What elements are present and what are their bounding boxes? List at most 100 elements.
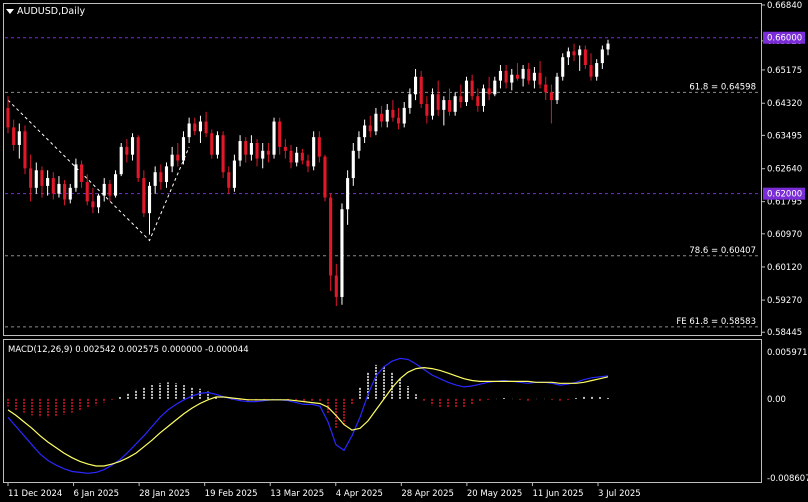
candle-body <box>102 183 106 196</box>
candle-body <box>442 100 446 110</box>
candle-body <box>85 181 89 202</box>
candle-body <box>232 160 236 188</box>
candle-body <box>317 137 321 157</box>
candle-body <box>272 121 276 155</box>
candle-body <box>153 172 157 186</box>
candle-body <box>17 131 21 145</box>
candle-body <box>385 109 389 122</box>
candle-body <box>164 166 169 182</box>
candle-body <box>215 135 219 155</box>
time-tick-label: 11 Dec 2024 <box>8 489 62 499</box>
candle-body <box>470 80 474 97</box>
price-tick-label: 0.60970 <box>767 230 802 240</box>
candle-body <box>261 150 265 159</box>
candle-body <box>606 43 610 50</box>
candle-body <box>459 96 463 103</box>
time-tick-label: 28 Jan 2025 <box>139 489 190 499</box>
candle-body <box>498 70 503 81</box>
candle-body <box>289 150 293 163</box>
candle-body <box>295 152 299 163</box>
dropdown-triangle-icon[interactable] <box>6 9 14 14</box>
candle-body <box>68 187 72 200</box>
candle-body <box>334 275 338 297</box>
candle-body <box>142 178 146 214</box>
candle-body <box>408 94 412 108</box>
candle-body <box>266 150 270 155</box>
candle-body <box>51 178 55 194</box>
candle-body <box>221 135 225 173</box>
price-tick-label: 0.59270 <box>767 296 802 306</box>
candle-body <box>181 137 186 161</box>
candle-body <box>583 49 587 66</box>
candle-body <box>80 164 84 182</box>
level-label: FE 61.8 = 0.58583 <box>676 317 756 327</box>
candle-body <box>351 150 355 179</box>
time-tick-label: 11 Jun 2025 <box>532 489 583 499</box>
candle-body <box>12 127 16 145</box>
candle-body <box>374 113 378 132</box>
time-tick-label: 6 Jan 2025 <box>74 489 120 499</box>
candle-body <box>521 68 525 79</box>
price-tick-label: 0.63495 <box>767 131 802 141</box>
price-tick-label: 0.65175 <box>767 66 802 76</box>
candle <box>23 125 27 175</box>
candle <box>464 76 469 106</box>
candle-body <box>113 174 118 196</box>
chart-background <box>0 0 808 502</box>
candle-body <box>357 137 361 151</box>
candle-body <box>238 141 242 161</box>
candle <box>272 117 276 159</box>
candle <box>312 131 316 171</box>
price-highlight-label: 0.62000 <box>767 190 802 200</box>
candle-body <box>515 74 519 79</box>
candle-body <box>46 178 50 186</box>
candle-body <box>130 137 135 155</box>
candle-body <box>204 121 208 134</box>
price-tick-label: 0.60120 <box>767 263 802 273</box>
time-tick-label: 13 Mar 2025 <box>270 489 324 499</box>
candle-body <box>368 125 372 132</box>
symbol-title[interactable]: AUDUSD,Daily <box>6 6 85 17</box>
candle-body <box>193 123 197 132</box>
candle-body <box>476 96 480 106</box>
candle-body <box>57 183 61 194</box>
candle <box>221 131 225 179</box>
candle-body <box>430 94 435 116</box>
candle-body <box>532 72 536 81</box>
candle-body <box>578 49 582 56</box>
candle-body <box>544 84 548 93</box>
candle-body <box>119 146 123 175</box>
time-tick-label: 20 May 2025 <box>467 489 522 499</box>
candle-body <box>97 195 101 208</box>
candle <box>210 129 214 159</box>
candle-body <box>589 65 593 77</box>
candle-body <box>249 142 253 155</box>
candle-body <box>340 209 344 297</box>
time-tick-label: 19 Feb 2025 <box>205 489 258 499</box>
macd-label: MACD(12,26,9) 0.002542 0.002575 0.000000… <box>8 345 249 355</box>
candle <box>215 131 219 159</box>
candle-body <box>40 170 44 186</box>
candle-body <box>147 185 152 214</box>
candle-body <box>170 154 174 167</box>
candle-body <box>6 107 10 128</box>
candle <box>561 53 565 81</box>
macd-scale-label: 0.00 <box>767 395 786 405</box>
price-tick-label: 0.64320 <box>767 99 802 109</box>
candle-body <box>481 88 486 106</box>
candle-body <box>255 142 259 159</box>
candle <box>113 170 118 198</box>
candle <box>340 203 344 305</box>
candle-body <box>244 141 248 155</box>
candle-body <box>510 74 514 83</box>
candle-body <box>125 146 129 155</box>
candle <box>119 142 123 177</box>
price-tick-label: 0.58445 <box>767 328 802 338</box>
level-label: 61.8 = 0.64598 <box>689 82 756 92</box>
candle-body <box>527 68 531 81</box>
candle-body <box>227 172 231 188</box>
candle-body <box>323 156 327 198</box>
candle-body <box>566 51 570 58</box>
price-highlight-label: 0.66000 <box>767 34 802 44</box>
candle-body <box>453 96 457 112</box>
